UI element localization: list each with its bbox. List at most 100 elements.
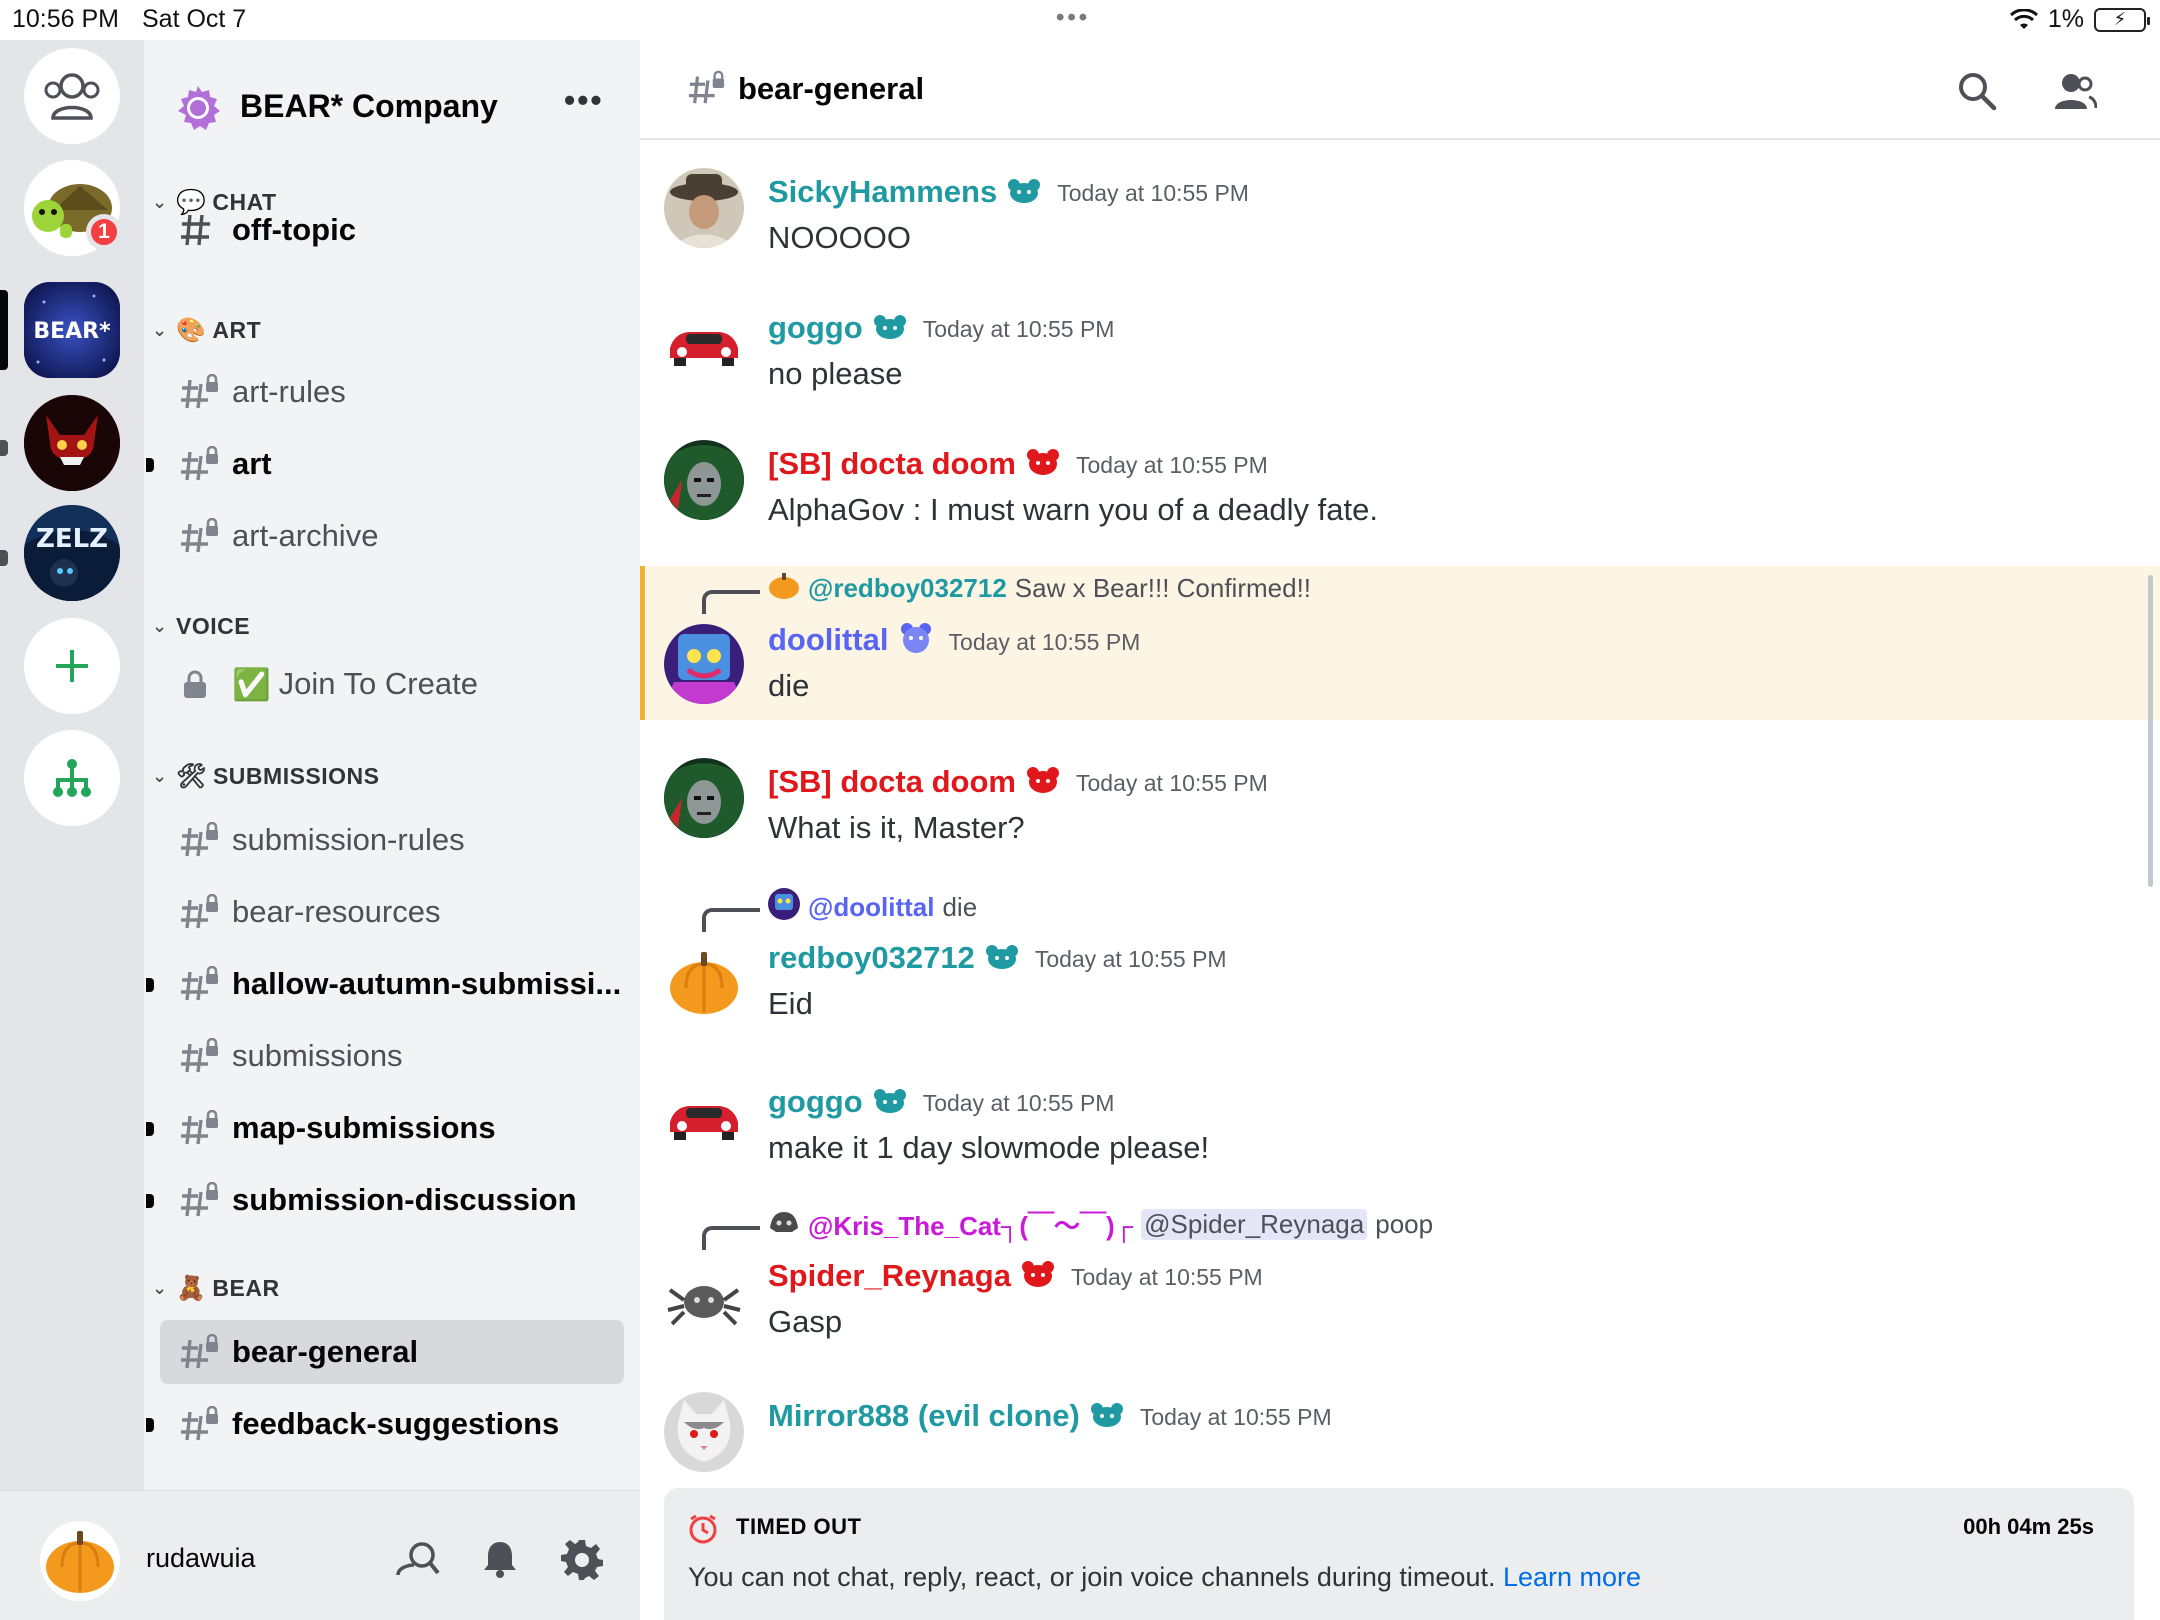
doolittal-avatar-icon [664, 624, 744, 704]
category-art[interactable]: ⌄ 🎨 ART [152, 310, 261, 350]
reply-author[interactable]: @Kris_The_Cat┐(￣～￣)┌ [808, 1206, 1133, 1243]
category-submissions[interactable]: ⌄ 🛠 SUBMISSIONS [152, 756, 380, 796]
reply-author[interactable]: @doolittal [808, 892, 934, 923]
timestamp: Today at 10:55 PM [1076, 770, 1268, 797]
author-name[interactable]: redboy032712 [768, 940, 975, 975]
channel-art[interactable]: art [146, 432, 624, 496]
reply-preview[interactable]: @Kris_The_Cat┐(￣～￣)┌ @Spider_Reynaga poo… [768, 1206, 1433, 1243]
unread-pip [146, 978, 154, 992]
palette-icon: 🎨 [176, 316, 207, 344]
unread-server-pip [0, 440, 8, 456]
channel-submission-rules[interactable]: submission-rules [160, 808, 624, 872]
reply-preview[interactable]: @redboy032712 Saw x Bear!!! Confirmed!! [768, 570, 1311, 607]
channel-label: art [232, 446, 272, 481]
chevron-down-icon: ⌄ [152, 319, 168, 340]
svg-text:BEAR*: BEAR* [33, 319, 111, 344]
message[interactable]: Mirror888 (evil clone) Today at 10:55 PM [640, 1392, 2160, 1482]
multitasking-dots[interactable]: ••• [1056, 4, 1090, 32]
channel-bear-general[interactable]: bear-general [160, 1320, 624, 1384]
user-avatar[interactable] [664, 440, 744, 520]
message[interactable]: [SB] docta doom Today at 10:55 PM AlphaGo… [640, 440, 2160, 560]
timeout-message-line: You can not chat, reply, react, or join … [688, 1562, 1641, 1593]
user-avatar[interactable] [664, 1260, 744, 1340]
user-settings-button[interactable] [556, 1533, 608, 1585]
author-name[interactable]: Mirror888 (evil clone) [768, 1398, 1080, 1433]
unread-pip [146, 1122, 154, 1136]
user-avatar[interactable] [664, 1392, 744, 1472]
author-name[interactable]: [SB] docta doom [768, 764, 1016, 799]
channel-hallow-autumn-submissions[interactable]: hallow-autumn-submissi... [146, 952, 624, 1016]
channel-label: hallow-autumn-submissi... [232, 966, 622, 1001]
user-avatar[interactable] [664, 624, 744, 704]
message-scrollbar[interactable] [2148, 575, 2153, 887]
message[interactable]: @doolittal die redboy032712 Today at 10:5… [640, 884, 2160, 1054]
message[interactable]: SickyHammens Today at 10:55 PM NOOOOO [640, 168, 2160, 288]
timestamp: Today at 10:55 PM [1070, 1264, 1263, 1291]
chevron-down-icon: ⌄ [152, 615, 168, 636]
user-avatar[interactable] [664, 168, 744, 248]
server-red-demon[interactable] [24, 395, 120, 491]
gear-icon [561, 1540, 603, 1580]
channel-submissions[interactable]: submissions [160, 1024, 624, 1088]
reply-connector [702, 590, 760, 614]
server-bear-company[interactable]: BEAR* [24, 282, 120, 378]
mention[interactable]: @Spider_Reynaga [1141, 1209, 1368, 1240]
channel-art-rules[interactable]: art-rules [160, 360, 624, 424]
author-line: SickyHammens Today at 10:55 PM [768, 174, 1249, 212]
message[interactable]: goggo Today at 10:55 PM make it 1 day slo… [640, 1078, 2160, 1198]
members-icon [2055, 74, 2097, 109]
username: rudawuia [146, 1543, 256, 1573]
direct-messages-button[interactable] [24, 48, 120, 144]
channel-off-topic[interactable]: off-topic [160, 208, 624, 252]
learn-more-link[interactable]: Learn more [1503, 1562, 1641, 1592]
doolittal-mini-avatar [768, 888, 800, 927]
message[interactable]: @Kris_The_Cat┐(￣～￣)┌ @Spider_Reynaga poo… [640, 1202, 2160, 1372]
author-name[interactable]: Spider_Reynaga [768, 1258, 1011, 1293]
unread-pip [146, 1194, 154, 1208]
cowboy-avatar-icon [664, 168, 744, 248]
category-label: BEAR [212, 1274, 280, 1301]
search-members-button[interactable] [392, 1533, 444, 1585]
channel-label: feedback-suggestions [232, 1406, 560, 1441]
guild-more-button[interactable]: ••• [564, 82, 604, 119]
kris-mini-avatar [768, 1206, 800, 1243]
message-mentioned[interactable]: @redboy032712 Saw x Bear!!! Confirmed!! … [640, 566, 2160, 720]
user-avatar[interactable] [664, 304, 744, 384]
guild-header[interactable]: BEAR* Company ••• [144, 70, 640, 142]
reply-preview[interactable]: @doolittal die [768, 888, 977, 927]
user-avatar[interactable] [664, 1078, 744, 1158]
hashtag-icon [180, 213, 220, 247]
message[interactable]: [SB] docta doom Today at 10:55 PM What is… [640, 758, 2160, 878]
member-list-button[interactable] [2050, 66, 2100, 116]
author-name[interactable]: doolittal [768, 622, 889, 657]
server-zelz[interactable]: ZELZ [24, 505, 120, 601]
message[interactable]: goggo Today at 10:55 PM no please [640, 304, 2160, 424]
user-avatar[interactable] [664, 758, 744, 838]
author-name[interactable]: [SB] docta doom [768, 446, 1016, 481]
channel-map-submissions[interactable]: map-submissions [146, 1096, 624, 1160]
bear-server-icon: BEAR* [24, 282, 120, 378]
hub-tree-icon [53, 759, 91, 797]
discover-hubs-button[interactable] [24, 730, 120, 826]
author-name[interactable]: goggo [768, 1084, 863, 1119]
timeout-countdown: 00h 04m 25s [1963, 1514, 2094, 1539]
bell-icon [484, 1542, 516, 1578]
user-avatar[interactable] [664, 942, 744, 1022]
search-button[interactable] [1952, 66, 2002, 116]
notifications-button[interactable] [474, 1533, 526, 1585]
category-voice[interactable]: ⌄ VOICE [152, 606, 250, 646]
guild-name: BEAR* Company [240, 88, 498, 124]
category-bear[interactable]: ⌄ 🧸 BEAR [152, 1268, 280, 1308]
channel-bear-resources[interactable]: bear-resources [160, 880, 624, 944]
reply-author[interactable]: @redboy032712 [808, 573, 1007, 604]
author-name[interactable]: goggo [768, 310, 863, 345]
channel-feedback-suggestions[interactable]: feedback-suggestions [146, 1392, 624, 1456]
author-name[interactable]: SickyHammens [768, 174, 997, 209]
user-avatar[interactable] [40, 1521, 120, 1601]
voice-channel-join-to-create[interactable]: ✅ Join To Create [160, 652, 624, 716]
chat-header: bear-general [640, 40, 2160, 140]
status-bar: 10:56 PM Sat Oct 7 ••• 1% ⚡ [0, 0, 2160, 40]
channel-art-archive[interactable]: art-archive [160, 504, 624, 568]
channel-submission-discussion[interactable]: submission-discussion [146, 1168, 624, 1232]
add-server-button[interactable] [24, 618, 120, 714]
